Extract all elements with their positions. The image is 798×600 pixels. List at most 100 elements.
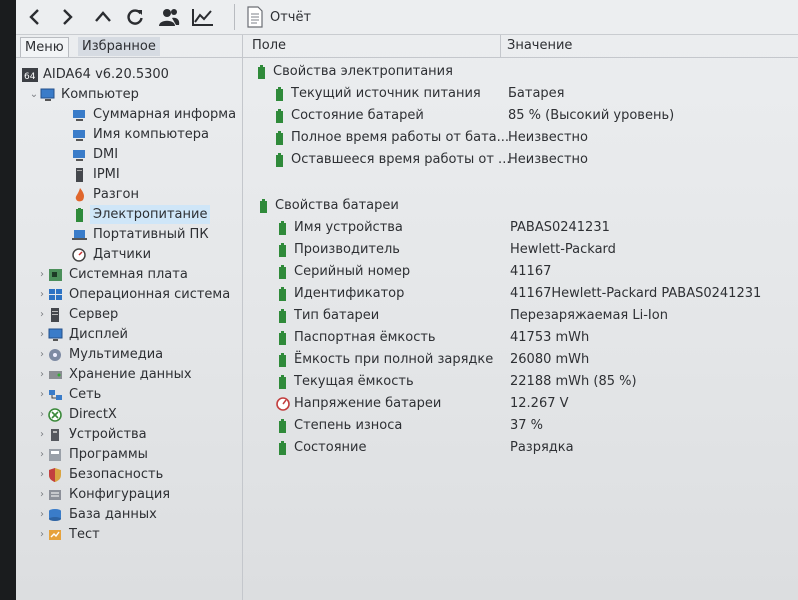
tree-item-os[interactable]: › Операционная система — [36, 285, 230, 304]
battery-icon — [279, 375, 286, 389]
chevron-right-icon[interactable]: › — [36, 505, 48, 524]
chevron-right-icon[interactable]: › — [36, 285, 48, 304]
hard-drive-icon — [49, 370, 62, 379]
chevron-right-icon[interactable]: › — [36, 365, 48, 384]
tree-item-database[interactable]: › База данных — [36, 505, 157, 524]
chevron-right-icon[interactable]: › — [36, 305, 48, 324]
row-value: 26080 mWh — [510, 352, 590, 367]
chevron-right-icon[interactable]: › — [36, 405, 48, 424]
table-row[interactable]: Текущая ёмкость — [276, 372, 414, 392]
tree-item-multimedia[interactable]: › Мультимедиа — [36, 345, 163, 364]
chevron-down-icon[interactable]: ⌄ — [28, 85, 40, 104]
chevron-right-icon[interactable]: › — [36, 445, 48, 464]
tree-item-software[interactable]: › Программы — [36, 445, 148, 464]
battery-icon — [279, 287, 286, 301]
tree-item-computer[interactable]: ⌄ Компьютер — [28, 85, 139, 104]
row-value: 37 % — [510, 418, 544, 433]
column-header-value[interactable]: Значение — [507, 35, 572, 57]
tree-item-overclock[interactable]: Разгон — [72, 185, 139, 204]
column-header-field[interactable]: Поле — [252, 35, 286, 57]
tree-item-devices[interactable]: › Устройства — [36, 425, 147, 444]
battery-icon — [279, 243, 286, 257]
benchmark-button[interactable] — [190, 4, 216, 30]
row-value: Неизвестно — [508, 130, 588, 145]
tree-item-display[interactable]: › Дисплей — [36, 325, 128, 344]
user-button[interactable] — [156, 4, 182, 30]
report-button[interactable]: Отчёт — [246, 4, 311, 30]
tree-item-power[interactable]: Электропитание — [72, 205, 211, 224]
tree-item-summary[interactable]: Суммарная информа — [72, 105, 236, 124]
column-divider[interactable] — [500, 35, 501, 57]
battery-icon — [276, 87, 283, 101]
table-row[interactable]: Производитель — [276, 240, 400, 260]
battery-icon — [279, 419, 286, 433]
table-row[interactable]: Серийный номер — [276, 262, 410, 282]
table-row[interactable]: Имя устройства — [276, 218, 403, 238]
devices-icon — [51, 428, 59, 441]
dmi-icon — [73, 149, 85, 161]
row-value: 41167 — [510, 264, 552, 279]
chevron-right-icon[interactable]: › — [36, 385, 48, 404]
tree-item-test[interactable]: › Тест — [36, 525, 100, 544]
laptop-icon — [72, 229, 87, 240]
battery-icon — [279, 265, 286, 279]
group-battery-properties[interactable]: Свойства батареи — [257, 196, 399, 216]
battery-icon — [276, 109, 283, 123]
group-power-properties[interactable]: Свойства электропитания — [255, 62, 453, 82]
chevron-right-icon[interactable]: › — [36, 345, 48, 364]
tab-favorites[interactable]: Избранное — [78, 37, 160, 56]
navigation-panel: Меню Избранное 64 AIDA64 v6.20.5300 ⌄ Ко… — [16, 35, 243, 600]
row-value: Неизвестно — [508, 152, 588, 167]
tree-item-dmi[interactable]: DMI — [72, 145, 118, 164]
tree-item-motherboard[interactable]: › Системная плата — [36, 265, 188, 284]
forward-button[interactable] — [54, 4, 80, 30]
tree-item-directx[interactable]: › DirectX — [36, 405, 117, 424]
monitor-icon — [73, 129, 85, 141]
table-row[interactable]: Тип батареи — [276, 306, 379, 326]
row-value: 12.267 V — [510, 396, 569, 411]
table-row[interactable]: Идентификатор — [276, 284, 404, 304]
aida64-window: Отчёт Меню Избранное 64 AIDA64 v6.20.530… — [16, 0, 798, 600]
table-row[interactable]: Ёмкость при полной зарядке — [276, 350, 493, 370]
battery-icon — [276, 153, 283, 167]
chevron-right-icon[interactable]: › — [36, 425, 48, 444]
table-row[interactable]: Напряжение батареи — [276, 394, 441, 414]
back-button[interactable] — [22, 4, 48, 30]
motherboard-icon — [49, 268, 62, 281]
table-row[interactable]: Состояние — [276, 438, 366, 458]
table-row[interactable]: Текущий источник питания — [273, 84, 481, 104]
refresh-button[interactable] — [122, 4, 148, 30]
tree-item-config[interactable]: › Конфигурация — [36, 485, 170, 504]
toolbar: Отчёт — [16, 0, 798, 35]
server-icon — [51, 307, 59, 322]
chevron-right-icon[interactable]: › — [36, 325, 48, 344]
table-row[interactable]: Паспортная ёмкость — [276, 328, 436, 348]
tree-item-storage[interactable]: › Хранение данных — [36, 365, 192, 384]
tree-item-aida64[interactable]: 64 AIDA64 v6.20.5300 — [22, 65, 169, 84]
row-value: PABAS0241231 — [510, 220, 610, 235]
chevron-right-icon[interactable]: › — [36, 525, 48, 544]
chevron-right-icon[interactable]: › — [36, 485, 48, 504]
tree-item-server[interactable]: › Сервер — [36, 305, 118, 324]
tree-item-sensors[interactable]: Датчики — [72, 245, 151, 264]
refresh-icon — [127, 9, 143, 25]
up-button[interactable] — [90, 4, 116, 30]
tree-item-ipmi[interactable]: IPMI — [72, 165, 120, 184]
tree-item-network[interactable]: › Сеть — [36, 385, 101, 404]
table-row[interactable]: Степень износа — [276, 416, 402, 436]
tree-item-computer-name[interactable]: Имя компьютера — [72, 125, 209, 144]
battery-icon — [258, 65, 265, 79]
chevron-right-icon[interactable]: › — [36, 465, 48, 484]
shield-icon — [49, 467, 61, 482]
table-row[interactable]: Оставшееся время работы от ... — [273, 150, 510, 170]
config-icon — [49, 489, 61, 500]
tab-menu[interactable]: Меню — [20, 37, 69, 57]
toolbar-separator — [234, 4, 235, 30]
table-row[interactable]: Состояние батарей — [273, 106, 424, 126]
tree-item-security[interactable]: › Безопасность — [36, 465, 163, 484]
document-icon — [247, 6, 263, 28]
tree-item-portable[interactable]: Портативный ПК — [72, 225, 209, 244]
table-row[interactable]: Полное время работы от бата... — [273, 128, 509, 148]
chevron-right-icon[interactable]: › — [36, 265, 48, 284]
display-icon — [48, 328, 63, 341]
